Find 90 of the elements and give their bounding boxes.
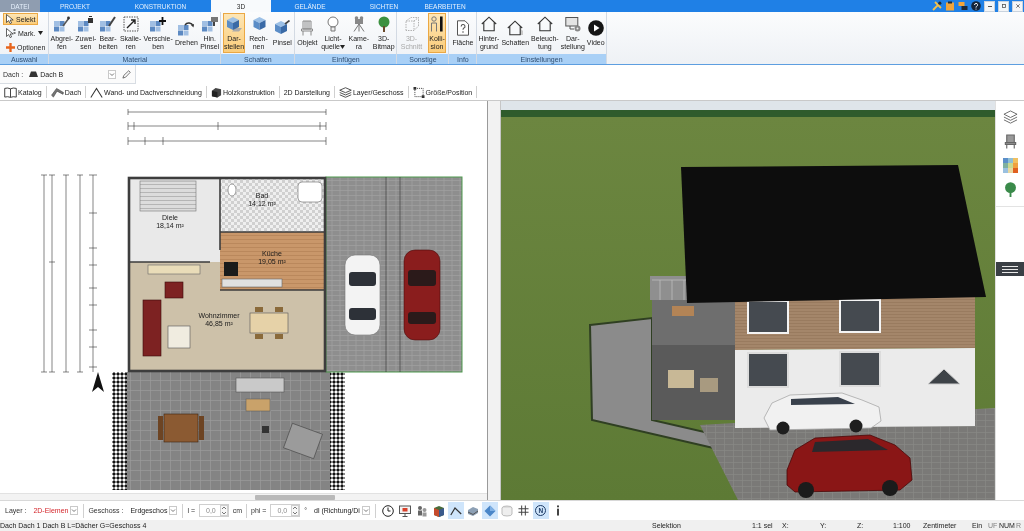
window <box>839 351 881 387</box>
clock-icon <box>381 504 394 517</box>
roof-icon <box>29 71 39 77</box>
caret-icon <box>361 506 370 515</box>
minimize-button[interactable] <box>984 0 995 12</box>
house-shadow-icon <box>507 20 524 36</box>
monitor-gear-icon <box>564 16 581 32</box>
book-icon <box>4 86 17 98</box>
frame-icon <box>412 86 425 98</box>
north-arrow-icon <box>92 372 104 392</box>
tiles-pencil-icon <box>100 16 117 32</box>
stove <box>224 262 238 276</box>
diamond-icon <box>483 504 496 517</box>
window <box>839 299 881 333</box>
spinner-icon <box>219 505 228 516</box>
color-palette-icon <box>1002 158 1018 173</box>
cursor-dots-icon <box>6 28 16 38</box>
cylinder-icon <box>500 504 513 517</box>
close-icon <box>1015 4 1020 8</box>
roof-outline-icon <box>90 86 104 98</box>
clipboard-icon <box>945 1 955 11</box>
bathtub <box>297 181 323 203</box>
resize-icon <box>122 16 139 32</box>
tools-icon <box>932 1 942 11</box>
document-question-icon <box>454 20 471 36</box>
pencil-icon <box>121 69 131 79</box>
scrollbar-thumb[interactable] <box>255 494 335 500</box>
window <box>747 300 789 334</box>
tiles-roller-icon <box>201 16 218 32</box>
spinner-icon <box>291 505 300 516</box>
kitchen-counter <box>221 278 283 288</box>
side-table <box>262 426 269 433</box>
help-icon <box>971 1 981 11</box>
coffee-table <box>245 398 271 412</box>
coffee-table <box>167 325 191 349</box>
tiles-pipette-icon <box>53 16 70 32</box>
staircase-drawing <box>139 180 197 212</box>
info-icon <box>555 505 560 516</box>
tiles-move-icon <box>150 16 167 32</box>
armchair <box>164 281 184 299</box>
close-button[interactable] <box>1012 0 1023 12</box>
dining-table-drawing <box>158 413 204 443</box>
roof-icon <box>50 86 64 98</box>
minimize-icon <box>987 5 992 7</box>
people-icon <box>415 504 428 517</box>
dining-table-drawing <box>249 307 289 339</box>
kitchen-counter <box>147 264 201 275</box>
monitor-icon <box>398 504 411 517</box>
cursor-icon <box>6 14 14 24</box>
sofa <box>142 299 162 357</box>
chair-icon <box>1002 134 1018 149</box>
tiles-rotate-icon <box>178 20 195 36</box>
cube-icon <box>226 16 243 32</box>
house-icon <box>536 16 553 32</box>
restore-button[interactable] <box>998 0 1009 12</box>
section-icon <box>403 16 420 32</box>
caret-icon <box>169 506 178 515</box>
sun-lounger <box>283 423 323 459</box>
window <box>747 352 789 388</box>
view-tool-button[interactable] <box>379 502 396 519</box>
layers-icon <box>338 86 352 98</box>
cube-brush-icon <box>274 20 291 36</box>
restore-icon <box>1001 4 1006 8</box>
tree-icon <box>1002 182 1018 197</box>
plus-icon <box>6 42 15 52</box>
person-bar-icon <box>429 16 445 32</box>
lounge-sofa <box>235 377 285 393</box>
panel-handle[interactable] <box>996 262 1024 276</box>
caret-icon <box>70 506 79 515</box>
toilet <box>227 183 237 197</box>
edit-button[interactable] <box>120 68 132 80</box>
chair-icon <box>299 20 316 36</box>
view-tool-button[interactable] <box>515 502 532 519</box>
caret-icon <box>108 69 116 79</box>
tiles-bucket-icon <box>77 16 94 32</box>
triangle-window <box>927 368 961 385</box>
caret-icon <box>37 31 43 35</box>
menu-icon <box>1002 265 1018 273</box>
windows-icon <box>958 1 968 11</box>
play-icon <box>587 20 604 36</box>
box-icon <box>432 504 445 517</box>
lightbulb-icon <box>325 16 341 32</box>
slab-icon <box>466 504 479 517</box>
view-tool-button[interactable] <box>447 502 464 519</box>
house-icon <box>480 16 497 32</box>
grid-icon <box>518 505 530 516</box>
view-tool-button[interactable] <box>396 502 413 519</box>
caret-icon <box>339 45 345 50</box>
box-icon <box>210 86 222 98</box>
layers-icon <box>1002 110 1018 125</box>
